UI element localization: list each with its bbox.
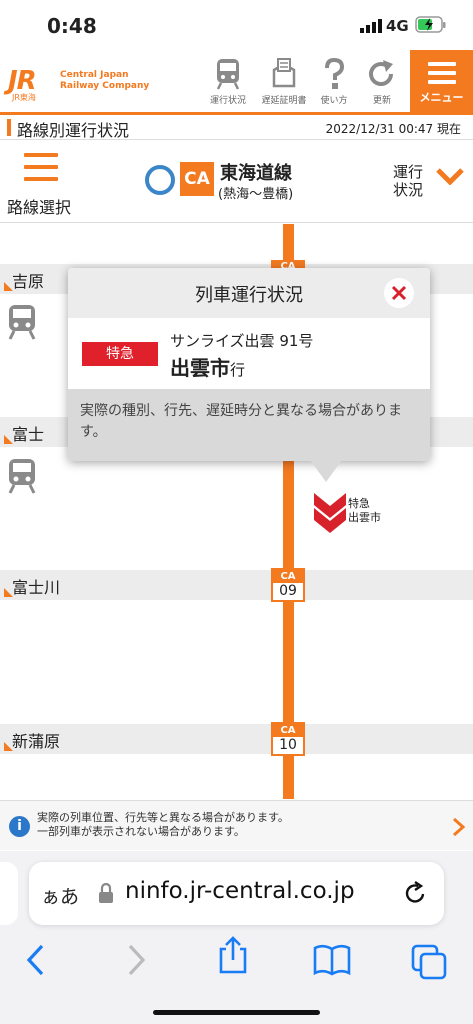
- status-toggle[interactable]: 運行 状況: [393, 163, 423, 199]
- page-title: 路線別運行状況: [17, 121, 130, 140]
- station-marker: [4, 588, 13, 597]
- menu-label: メニュー: [419, 91, 464, 104]
- station-code-number: 10: [279, 737, 297, 753]
- station-code-number: 09: [279, 583, 297, 599]
- lock-icon: [99, 882, 113, 903]
- station-marker: [4, 282, 13, 291]
- header-button-help[interactable]: 使い方: [316, 55, 352, 111]
- train-marker-type: 特急: [348, 497, 370, 510]
- close-icon: [391, 285, 407, 301]
- header-button-refresh[interactable]: 更新: [364, 55, 400, 111]
- jr-logo-sub: JR東海: [12, 93, 36, 102]
- station-row[interactable]: 富士川: [0, 570, 473, 600]
- popup-header: 列車運行状況: [68, 268, 430, 318]
- info-text: 実際の列車位置、行先等と異なる場合があります。 一部列車が表示されない場合があり…: [37, 811, 289, 839]
- status-toggle-label: 状況: [393, 181, 424, 199]
- chevron-right-icon[interactable]: [452, 817, 466, 837]
- train-destination: 出雲市行: [170, 352, 245, 381]
- train-type-badge: 特急: [82, 342, 158, 366]
- train-name: サンライズ出雲 91号: [170, 332, 314, 350]
- line-code-badge: CA: [180, 162, 214, 196]
- line-select-icon[interactable]: [24, 153, 58, 189]
- share-icon[interactable]: [216, 935, 250, 975]
- status-toggle-label: 運行: [393, 163, 424, 181]
- address-bar[interactable]: ぁあ ninfo.jr-central.co.jp: [29, 862, 444, 925]
- train-icon: [8, 459, 36, 494]
- refresh-icon: [369, 60, 393, 86]
- question-icon: [325, 58, 345, 89]
- train-status-popup: 列車運行状況 特急 サンライズ出雲 91号 出雲市行 実際の種別、行先、遅延時分…: [68, 268, 430, 461]
- network-type: 4G: [386, 17, 409, 35]
- destination-suffix: 行: [230, 361, 246, 379]
- title-accent: [7, 119, 11, 136]
- home-indicator: [153, 1010, 320, 1015]
- train-marker-dest: 出雲市: [348, 511, 381, 524]
- header-button-certificate[interactable]: 遅延証明書: [257, 55, 311, 111]
- bookmarks-icon[interactable]: [312, 943, 352, 977]
- update-datetime: 2022/12/31 00:47 現在: [325, 122, 461, 136]
- popup-close-button[interactable]: [384, 278, 414, 308]
- line-range: (熱海～豊橋): [218, 187, 294, 202]
- destination-name: 出雲市: [170, 356, 230, 380]
- signal-icon: [360, 19, 382, 33]
- header-button-label: 使い方: [320, 96, 348, 106]
- info-icon: i: [9, 816, 30, 837]
- back-icon[interactable]: [24, 943, 48, 977]
- train-icon: [8, 305, 36, 340]
- station-code: CA 09: [271, 568, 305, 602]
- station-code-prefix: CA: [273, 570, 303, 583]
- status-bar: 0:48 4G: [0, 0, 473, 50]
- header-button-label: 遅延証明書: [261, 96, 307, 106]
- tabs-icon[interactable]: [410, 943, 448, 981]
- station-marker: [4, 435, 13, 444]
- previous-tab-card[interactable]: [0, 862, 18, 925]
- line-select-label[interactable]: 路線選択: [7, 194, 71, 218]
- battery-icon: [415, 16, 446, 33]
- line-status-ring-icon: [145, 165, 175, 195]
- reload-icon[interactable]: [403, 880, 429, 906]
- info-line: 実際の列車位置、行先等と異なる場合があります。: [37, 811, 289, 824]
- station-marker: [4, 742, 13, 751]
- popup-title: 列車運行状況: [195, 285, 303, 306]
- popup-note: 実際の種別、行先、遅延時分と異なる場合があります。: [68, 389, 430, 461]
- train-icon: [216, 59, 240, 90]
- page-title-row: 路線別運行状況 2022/12/31 00:47 現在: [0, 115, 473, 140]
- station-row[interactable]: 新蒲原: [0, 724, 473, 754]
- status-time: 0:48: [47, 14, 97, 38]
- info-bar[interactable]: i 実際の列車位置、行先等と異なる場合があります。 一部列車が表示されない場合が…: [0, 800, 473, 850]
- reader-options-button[interactable]: ぁあ: [41, 882, 79, 909]
- header-button-label: 運行状況: [209, 96, 246, 106]
- station-name: 吉原: [12, 272, 45, 291]
- certificate-icon: [272, 58, 296, 88]
- info-line: 一部列車が表示されない場合があります。: [37, 825, 245, 838]
- station-name: 富士川: [12, 578, 61, 597]
- header-button-label: 更新: [372, 96, 391, 106]
- chevron-down-icon[interactable]: [436, 167, 464, 185]
- popup-pointer: [310, 460, 342, 482]
- menu-icon: [427, 62, 456, 84]
- station-code: CA 10: [271, 722, 305, 756]
- menu-button[interactable]: メニュー: [410, 50, 473, 112]
- station-code-prefix: CA: [273, 724, 303, 737]
- browser-toolbar: ぁあ ninfo.jr-central.co.jp: [0, 851, 473, 1024]
- train-marker-label[interactable]: 特急 出雲市: [348, 497, 381, 525]
- app-header: JR JR東海 Central Japan Railway Company 運行…: [0, 50, 473, 115]
- header-button-status[interactable]: 運行状況: [205, 55, 251, 111]
- express-train-marker-icon[interactable]: [314, 493, 346, 535]
- company-name: Central Japan Railway Company: [60, 70, 150, 91]
- station-name: 新蒲原: [12, 732, 61, 751]
- url-text[interactable]: ninfo.jr-central.co.jp: [125, 878, 355, 904]
- station-name: 富士: [12, 425, 45, 444]
- line-name: 東海道線: [220, 163, 292, 184]
- line-nav: 路線選択 CA 東海道線 (熱海～豊橋) 運行 状況: [0, 145, 473, 223]
- forward-icon[interactable]: [124, 943, 148, 977]
